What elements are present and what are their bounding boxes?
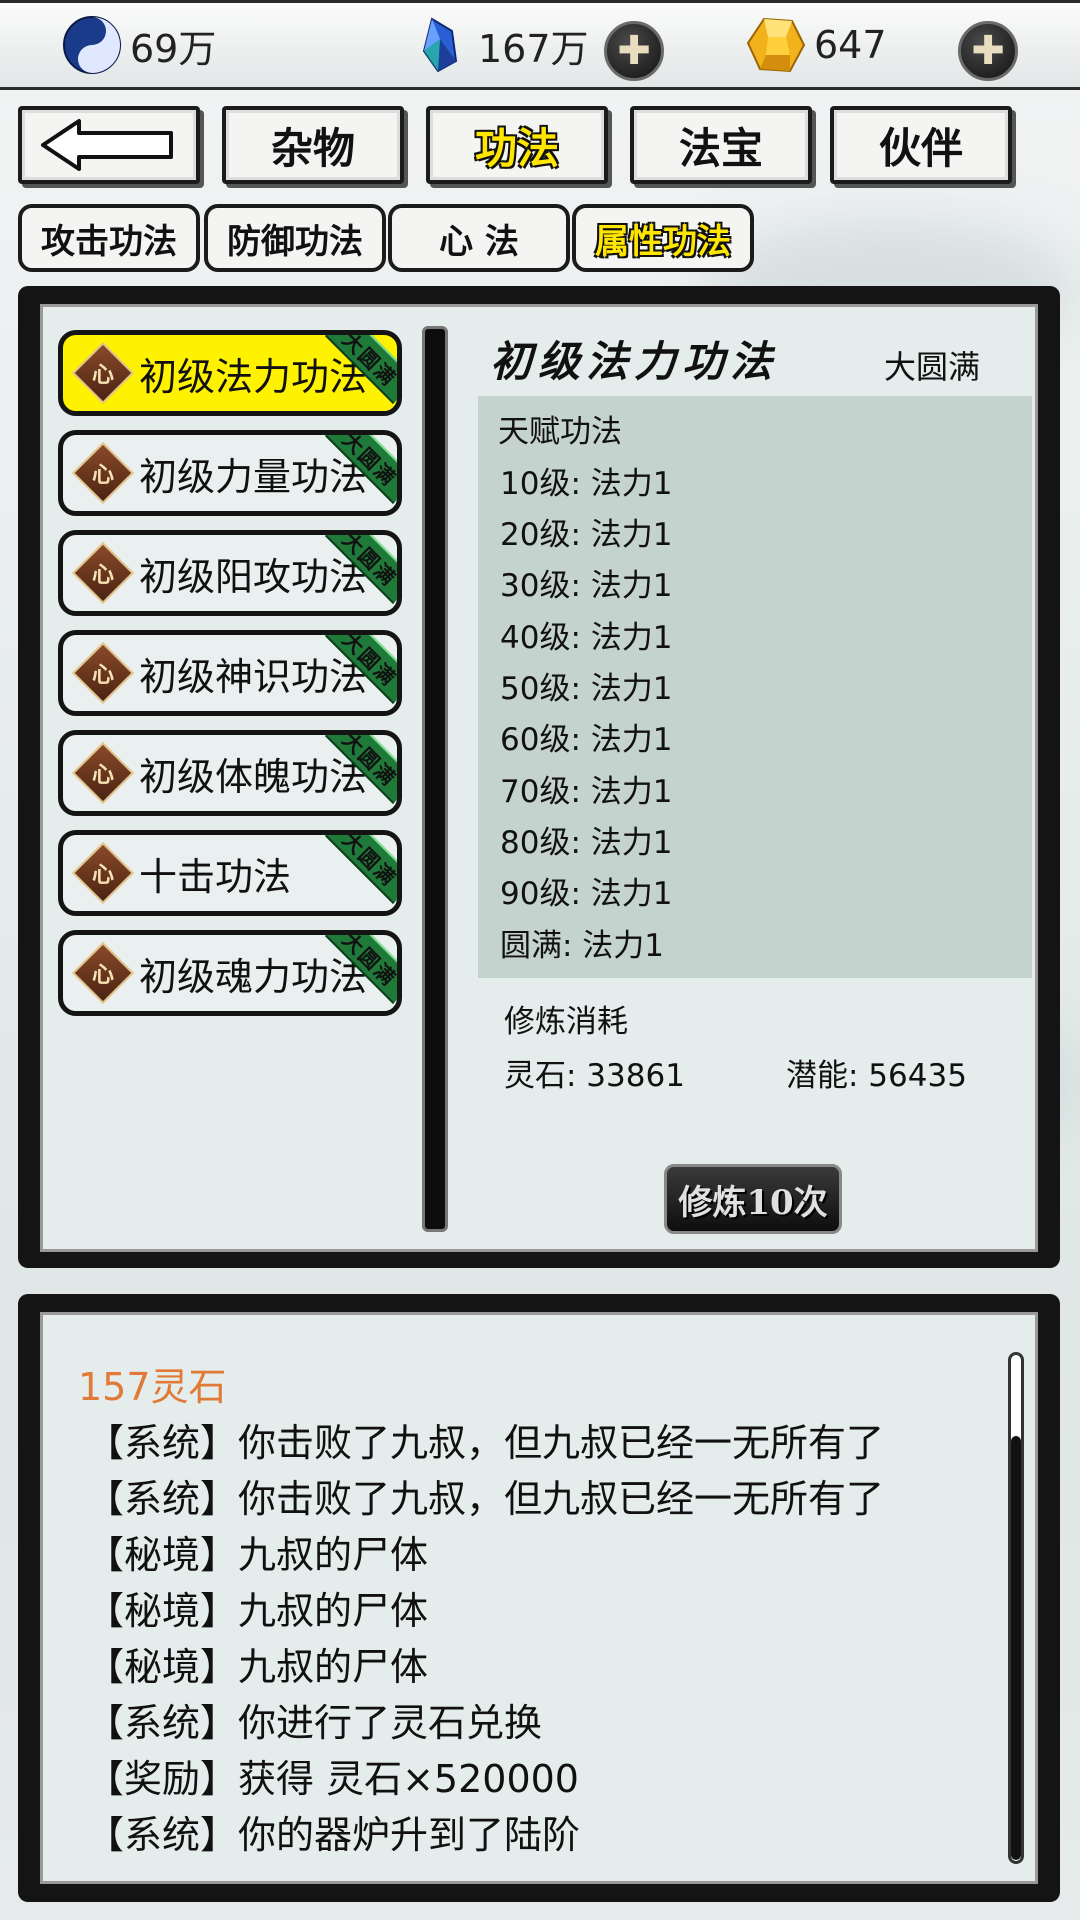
skill-effects-box: 天赋功法 10级: 法力1 20级: 法力1 30级: 法力1 40级: 法力1… [478, 396, 1032, 978]
skill-detail-title: 初级法力功法 [490, 337, 779, 386]
tab-skills[interactable]: 功法 [426, 106, 608, 184]
skill-name: 初级魂力功法 [139, 954, 368, 999]
effect-line: 70级: 法力1 [500, 774, 673, 810]
heart-method-icon: 心 [71, 941, 135, 1005]
skill-list-scrollbar[interactable] [422, 326, 448, 1232]
subtab-attack-skills[interactable]: 攻击功法 [18, 204, 200, 272]
heart-method-icon: 心 [71, 841, 135, 905]
log-line: 【秘境】九叔的尸体 [86, 1533, 429, 1577]
crystal-resource: 167万 [410, 13, 589, 77]
skill-item-soul-power[interactable]: 心 初级魂力功法 大圆满 [58, 930, 402, 1016]
log-line: 【秘境】九叔的尸体 [86, 1589, 429, 1633]
log-line: 【系统】你的器炉升到了陆阶 [86, 1813, 581, 1857]
heart-method-icon: 心 [71, 541, 135, 605]
skill-item-spirit-sense[interactable]: 心 初级神识功法 大圆满 [58, 630, 402, 716]
log-line: 【系统】你击败了九叔，但九叔已经一无所有了 [86, 1477, 885, 1521]
skill-name: 初级体魄功法 [139, 754, 368, 799]
training-cost-label: 修炼消耗 [504, 1004, 628, 1040]
heart-method-icon: 心 [71, 741, 135, 805]
yinyang-amount: 69万 [130, 26, 217, 71]
effect-line: 90级: 法力1 [500, 876, 673, 912]
effect-line: 天赋功法 [498, 414, 622, 450]
potential-cost: 潜能: 56435 [786, 1058, 967, 1094]
heart-method-icon: 心 [71, 641, 135, 705]
train-ten-times-button[interactable]: 修炼10次 [664, 1164, 842, 1234]
skill-item-yang-attack[interactable]: 心 初级阳攻功法 大圆满 [58, 530, 402, 616]
effect-line: 40级: 法力1 [500, 620, 673, 656]
log-reward-text: 157灵石 [78, 1365, 227, 1409]
resource-bar: 69万 167万 ✚ 647 ✚ [0, 0, 1080, 90]
blue-crystal-icon [410, 15, 470, 75]
skill-name: 初级力量功法 [139, 454, 368, 499]
effect-line: 30级: 法力1 [500, 568, 673, 604]
gold-amount: 647 [814, 23, 887, 67]
spirit-stone-cost: 灵石: 33861 [504, 1058, 685, 1094]
effect-line: 50级: 法力1 [500, 671, 673, 707]
effect-line: 60级: 法力1 [500, 722, 673, 758]
log-line: 【系统】你击败了九叔，但九叔已经一无所有了 [86, 1421, 885, 1465]
gold-gem-icon [746, 15, 806, 75]
crystal-amount: 167万 [478, 26, 589, 71]
yin-yang-icon [62, 15, 122, 75]
add-gold-button[interactable]: ✚ [958, 21, 1018, 81]
subtab-defense-skills[interactable]: 防御功法 [204, 204, 386, 272]
log-scrollbar-thumb[interactable] [1011, 1436, 1021, 1860]
effect-line: 80级: 法力1 [500, 825, 673, 861]
mastery-ribbon: 大圆满 [325, 835, 397, 904]
effect-line: 圆满: 法力1 [500, 928, 665, 964]
tab-partners[interactable]: 伙伴 [830, 106, 1012, 184]
skill-name: 初级神识功法 [139, 654, 368, 699]
skill-item-mana[interactable]: 心 初级法力功法 大圆满 [58, 330, 402, 416]
skill-name: 初级法力功法 [139, 354, 368, 399]
skill-name: 初级阳攻功法 [139, 554, 368, 599]
skill-item-strength[interactable]: 心 初级力量功法 大圆满 [58, 430, 402, 516]
heart-method-icon: 心 [71, 341, 135, 405]
log-line: 【奖励】获得 灵石×520000 [86, 1757, 579, 1801]
heart-method-icon: 心 [71, 441, 135, 505]
skill-name: 十击功法 [139, 854, 292, 899]
effect-line: 20级: 法力1 [500, 517, 673, 553]
log-line: 【系统】你进行了灵石兑换 [86, 1701, 543, 1745]
add-crystal-button[interactable]: ✚ [604, 21, 664, 81]
tab-misc[interactable]: 杂物 [222, 106, 404, 184]
skill-detail-status: 大圆满 [884, 348, 981, 386]
back-arrow-icon [41, 119, 173, 171]
skill-item-physique[interactable]: 心 初级体魄功法 大圆满 [58, 730, 402, 816]
tab-treasures[interactable]: 法宝 [630, 106, 812, 184]
log-line: 【秘境】九叔的尸体 [86, 1645, 429, 1689]
subtab-attribute-skills[interactable]: 属性功法 [572, 204, 754, 272]
skill-item-ten-strikes[interactable]: 心 十击功法 大圆满 [58, 830, 402, 916]
yinyang-resource: 69万 [62, 13, 216, 77]
effect-line: 10级: 法力1 [500, 466, 673, 502]
back-button[interactable] [18, 106, 200, 184]
subtab-mind-skills[interactable]: 心 法 [388, 204, 570, 272]
gold-resource: 647 [746, 13, 887, 77]
